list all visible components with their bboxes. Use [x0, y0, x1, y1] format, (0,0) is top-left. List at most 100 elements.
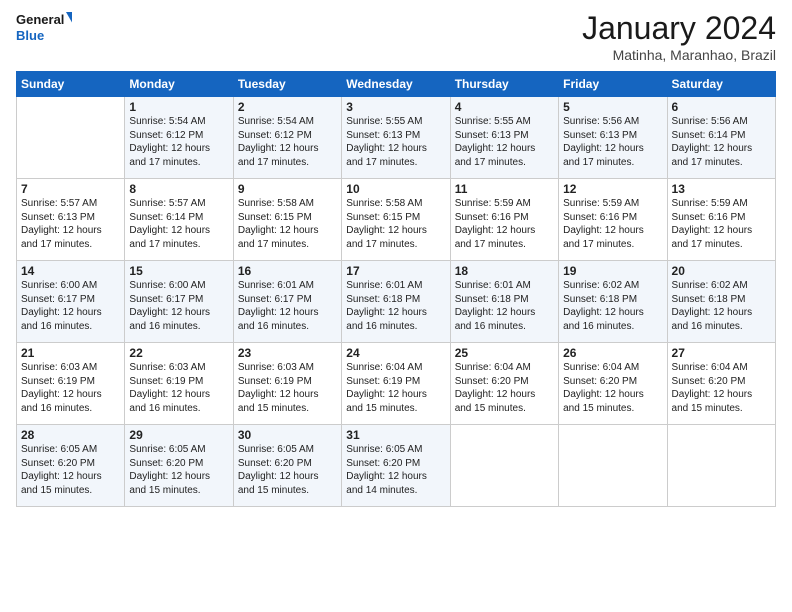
day-cell: 28Sunrise: 6:05 AM Sunset: 6:20 PM Dayli… [17, 425, 125, 507]
day-info: Sunrise: 6:03 AM Sunset: 6:19 PM Dayligh… [238, 362, 319, 414]
day-number: 18 [455, 264, 554, 278]
day-info: Sunrise: 5:59 AM Sunset: 6:16 PM Dayligh… [672, 198, 753, 250]
logo: General Blue [16, 10, 72, 46]
day-info: Sunrise: 6:03 AM Sunset: 6:19 PM Dayligh… [129, 362, 210, 414]
day-cell: 3Sunrise: 5:55 AM Sunset: 6:13 PM Daylig… [342, 97, 450, 179]
day-cell: 1 Sunrise: 5:54 AM Sunset: 6:12 PM Daylig… [125, 97, 233, 179]
day-number: 1 [129, 100, 228, 114]
day-info: Sunrise: 6:04 AM Sunset: 6:20 PM Dayligh… [563, 362, 644, 414]
day-number: 4 [455, 100, 554, 114]
day-info: Sunrise: 6:01 AM Sunset: 6:17 PM Dayligh… [238, 280, 319, 332]
day-info: Sunrise: 6:05 AM Sunset: 6:20 PM Dayligh… [129, 444, 210, 496]
col-header-friday: Friday [559, 72, 667, 97]
logo-svg: General Blue [16, 10, 72, 46]
week-row-2: 7 Sunrise: 5:57 AM Sunset: 6:13 PM Daylig… [17, 179, 776, 261]
day-cell: 15 Sunrise: 6:00 AM Sunset: 6:17 PM Dayli… [125, 261, 233, 343]
day-cell: 8Sunrise: 5:57 AM Sunset: 6:14 PM Daylig… [125, 179, 233, 261]
day-info: Sunrise: 6:02 AM Sunset: 6:18 PM Dayligh… [672, 280, 753, 332]
day-cell: 24Sunrise: 6:04 AM Sunset: 6:19 PM Dayli… [342, 343, 450, 425]
day-number: 22 [129, 346, 228, 360]
day-info: Sunrise: 6:04 AM Sunset: 6:19 PM Dayligh… [346, 362, 427, 414]
day-info: Sunrise: 6:05 AM Sunset: 6:20 PM Dayligh… [238, 444, 319, 496]
day-cell [17, 97, 125, 179]
week-row-5: 28Sunrise: 6:05 AM Sunset: 6:20 PM Dayli… [17, 425, 776, 507]
day-cell: 17 Sunrise: 6:01 AM Sunset: 6:18 PM Dayli… [342, 261, 450, 343]
page-header: General Blue January 2024 Matinha, Maran… [16, 10, 776, 63]
col-header-thursday: Thursday [450, 72, 558, 97]
col-header-tuesday: Tuesday [233, 72, 341, 97]
svg-text:General: General [16, 12, 64, 27]
day-number: 30 [238, 428, 337, 442]
week-row-1: 1 Sunrise: 5:54 AM Sunset: 6:12 PM Daylig… [17, 97, 776, 179]
header-row: SundayMondayTuesdayWednesdayThursdayFrid… [17, 72, 776, 97]
day-cell: 30 Sunrise: 6:05 AM Sunset: 6:20 PM Dayli… [233, 425, 341, 507]
week-row-3: 14 Sunrise: 6:00 AM Sunset: 6:17 PM Dayli… [17, 261, 776, 343]
day-number: 31 [346, 428, 445, 442]
day-number: 29 [129, 428, 228, 442]
day-number: 9 [238, 182, 337, 196]
day-number: 20 [672, 264, 771, 278]
day-cell: 7 Sunrise: 5:57 AM Sunset: 6:13 PM Daylig… [17, 179, 125, 261]
day-info: Sunrise: 6:00 AM Sunset: 6:17 PM Dayligh… [129, 280, 210, 332]
day-number: 13 [672, 182, 771, 196]
day-cell: 20 Sunrise: 6:02 AM Sunset: 6:18 PM Dayli… [667, 261, 775, 343]
day-cell: 27Sunrise: 6:04 AM Sunset: 6:20 PM Dayli… [667, 343, 775, 425]
day-number: 19 [563, 264, 662, 278]
day-number: 2 [238, 100, 337, 114]
day-info: Sunrise: 5:56 AM Sunset: 6:14 PM Dayligh… [672, 116, 753, 168]
calendar-table: SundayMondayTuesdayWednesdayThursdayFrid… [16, 71, 776, 507]
day-cell: 12Sunrise: 5:59 AM Sunset: 6:16 PM Dayli… [559, 179, 667, 261]
day-info: Sunrise: 5:54 AM Sunset: 6:12 PM Dayligh… [129, 116, 210, 168]
col-header-saturday: Saturday [667, 72, 775, 97]
day-cell: 18Sunrise: 6:01 AM Sunset: 6:18 PM Dayli… [450, 261, 558, 343]
day-cell: 9 Sunrise: 5:58 AM Sunset: 6:15 PM Daylig… [233, 179, 341, 261]
day-info: Sunrise: 5:56 AM Sunset: 6:13 PM Dayligh… [563, 116, 644, 168]
day-number: 10 [346, 182, 445, 196]
day-number: 16 [238, 264, 337, 278]
month-title: January 2024 [582, 10, 776, 47]
day-cell: 19 Sunrise: 6:02 AM Sunset: 6:18 PM Dayli… [559, 261, 667, 343]
day-cell: 6 Sunrise: 5:56 AM Sunset: 6:14 PM Daylig… [667, 97, 775, 179]
col-header-wednesday: Wednesday [342, 72, 450, 97]
day-info: Sunrise: 6:01 AM Sunset: 6:18 PM Dayligh… [346, 280, 427, 332]
day-number: 25 [455, 346, 554, 360]
day-number: 7 [21, 182, 120, 196]
day-cell: 29 Sunrise: 6:05 AM Sunset: 6:20 PM Dayli… [125, 425, 233, 507]
day-number: 21 [21, 346, 120, 360]
day-info: Sunrise: 5:55 AM Sunset: 6:13 PM Dayligh… [346, 116, 427, 168]
day-cell [559, 425, 667, 507]
day-cell [450, 425, 558, 507]
location-subtitle: Matinha, Maranhao, Brazil [582, 47, 776, 63]
day-number: 14 [21, 264, 120, 278]
day-info: Sunrise: 6:05 AM Sunset: 6:20 PM Dayligh… [21, 444, 102, 496]
day-info: Sunrise: 6:02 AM Sunset: 6:18 PM Dayligh… [563, 280, 644, 332]
day-number: 11 [455, 182, 554, 196]
day-cell: 22 Sunrise: 6:03 AM Sunset: 6:19 PM Dayli… [125, 343, 233, 425]
week-row-4: 21 Sunrise: 6:03 AM Sunset: 6:19 PM Dayli… [17, 343, 776, 425]
day-cell: 21 Sunrise: 6:03 AM Sunset: 6:19 PM Dayli… [17, 343, 125, 425]
day-info: Sunrise: 6:04 AM Sunset: 6:20 PM Dayligh… [455, 362, 536, 414]
day-info: Sunrise: 5:57 AM Sunset: 6:13 PM Dayligh… [21, 198, 102, 250]
day-cell: 11 Sunrise: 5:59 AM Sunset: 6:16 PM Dayli… [450, 179, 558, 261]
day-number: 23 [238, 346, 337, 360]
title-block: January 2024 Matinha, Maranhao, Brazil [582, 10, 776, 63]
day-number: 17 [346, 264, 445, 278]
day-number: 26 [563, 346, 662, 360]
day-cell: 26 Sunrise: 6:04 AM Sunset: 6:20 PM Dayli… [559, 343, 667, 425]
day-cell: 5Sunrise: 5:56 AM Sunset: 6:13 PM Daylig… [559, 97, 667, 179]
svg-text:Blue: Blue [16, 28, 44, 43]
page-container: General Blue January 2024 Matinha, Maran… [0, 0, 792, 517]
day-cell [667, 425, 775, 507]
day-info: Sunrise: 6:04 AM Sunset: 6:20 PM Dayligh… [672, 362, 753, 414]
day-info: Sunrise: 5:58 AM Sunset: 6:15 PM Dayligh… [238, 198, 319, 250]
day-info: Sunrise: 6:00 AM Sunset: 6:17 PM Dayligh… [21, 280, 102, 332]
day-info: Sunrise: 6:03 AM Sunset: 6:19 PM Dayligh… [21, 362, 102, 414]
day-cell: 16 Sunrise: 6:01 AM Sunset: 6:17 PM Dayli… [233, 261, 341, 343]
day-info: Sunrise: 5:59 AM Sunset: 6:16 PM Dayligh… [455, 198, 536, 250]
day-info: Sunrise: 5:58 AM Sunset: 6:15 PM Dayligh… [346, 198, 427, 250]
day-cell: 4Sunrise: 5:55 AM Sunset: 6:13 PM Daylig… [450, 97, 558, 179]
day-info: Sunrise: 6:05 AM Sunset: 6:20 PM Dayligh… [346, 444, 427, 496]
day-number: 15 [129, 264, 228, 278]
day-number: 6 [672, 100, 771, 114]
day-cell: 10 Sunrise: 5:58 AM Sunset: 6:15 PM Dayli… [342, 179, 450, 261]
